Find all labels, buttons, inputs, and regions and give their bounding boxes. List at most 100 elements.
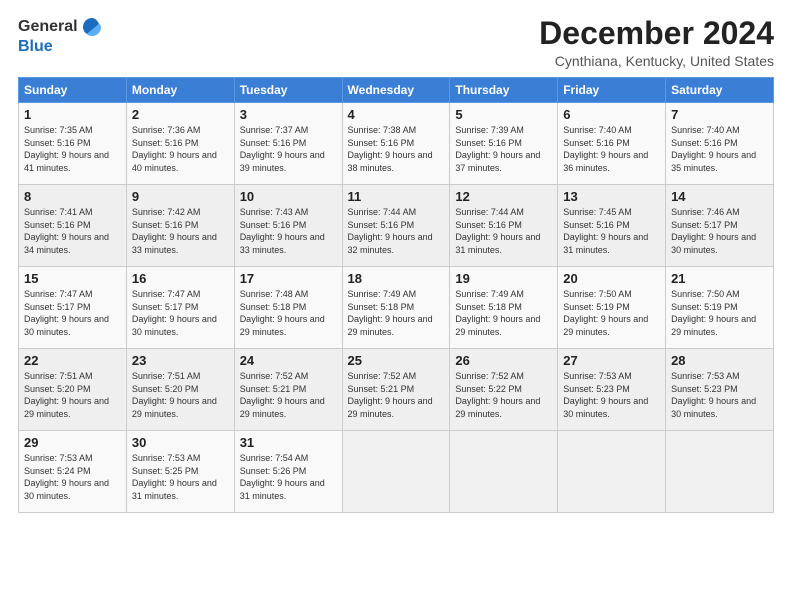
day-cell: 31 Sunrise: 7:54 AMSunset: 5:26 PMDayligh…	[234, 431, 342, 513]
week-row-3: 15Sunrise: 7:47 AMSunset: 5:17 PMDayligh…	[19, 267, 774, 349]
day-cell: 25 Sunrise: 7:52 AMSunset: 5:21 PMDayligh…	[342, 349, 450, 431]
logo-icon	[81, 16, 103, 38]
day-number: 1	[24, 107, 121, 122]
day-number: 21	[671, 271, 768, 286]
day-number: 27	[563, 353, 660, 368]
logo: General Blue	[18, 16, 103, 56]
day-number: 2	[132, 107, 229, 122]
day-info: Sunrise: 7:52 AMSunset: 5:22 PMDaylight:…	[455, 370, 552, 420]
day-number: 29	[24, 435, 121, 450]
day-cell: 11 Sunrise: 7:44 AMSunset: 5:16 PMDayligh…	[342, 185, 450, 267]
day-cell: 13 Sunrise: 7:45 AMSunset: 5:16 PMDayligh…	[558, 185, 666, 267]
location: Cynthiana, Kentucky, United States	[539, 53, 774, 69]
header-cell-tuesday: Tuesday	[234, 78, 342, 103]
day-info: Sunrise: 7:54 AMSunset: 5:26 PMDaylight:…	[240, 452, 337, 502]
day-info: Sunrise: 7:51 AMSunset: 5:20 PMDaylight:…	[132, 370, 229, 420]
day-number: 28	[671, 353, 768, 368]
day-info: Sunrise: 7:46 AMSunset: 5:17 PMDaylight:…	[671, 206, 768, 256]
day-cell: 17 Sunrise: 7:48 AMSunset: 5:18 PMDayligh…	[234, 267, 342, 349]
day-number: 31	[240, 435, 337, 450]
month-title: December 2024	[539, 16, 774, 51]
day-cell: 30 Sunrise: 7:53 AMSunset: 5:25 PMDayligh…	[126, 431, 234, 513]
day-cell: 9Sunrise: 7:42 AMSunset: 5:16 PMDaylight…	[126, 185, 234, 267]
day-cell: 26 Sunrise: 7:52 AMSunset: 5:22 PMDayligh…	[450, 349, 558, 431]
page: General Blue December 2024 Cynthiana, Ke…	[0, 0, 792, 612]
day-cell: 1 Sunrise: 7:35 AMSunset: 5:16 PMDaylight…	[19, 103, 127, 185]
day-cell: 10Sunrise: 7:43 AMSunset: 5:16 PMDayligh…	[234, 185, 342, 267]
calendar: SundayMondayTuesdayWednesdayThursdayFrid…	[18, 77, 774, 513]
logo-blue: Blue	[18, 38, 53, 56]
title-area: December 2024 Cynthiana, Kentucky, Unite…	[539, 16, 774, 69]
day-cell: 14 Sunrise: 7:46 AMSunset: 5:17 PMDayligh…	[666, 185, 774, 267]
day-cell: 24Sunrise: 7:52 AMSunset: 5:21 PMDayligh…	[234, 349, 342, 431]
day-info: Sunrise: 7:40 AMSunset: 5:16 PMDaylight:…	[671, 124, 768, 174]
day-info: Sunrise: 7:37 AMSunset: 5:16 PMDaylight:…	[240, 124, 337, 174]
day-cell: 19Sunrise: 7:49 AMSunset: 5:18 PMDayligh…	[450, 267, 558, 349]
day-cell: 28 Sunrise: 7:53 AMSunset: 5:23 PMDayligh…	[666, 349, 774, 431]
day-info: Sunrise: 7:38 AMSunset: 5:16 PMDaylight:…	[348, 124, 445, 174]
day-number: 12	[455, 189, 552, 204]
header-cell-friday: Friday	[558, 78, 666, 103]
day-number: 3	[240, 107, 337, 122]
day-cell: 20 Sunrise: 7:50 AMSunset: 5:19 PMDayligh…	[558, 267, 666, 349]
day-info: Sunrise: 7:53 AMSunset: 5:23 PMDaylight:…	[563, 370, 660, 420]
day-cell: 27 Sunrise: 7:53 AMSunset: 5:23 PMDayligh…	[558, 349, 666, 431]
day-number: 17	[240, 271, 337, 286]
day-info: Sunrise: 7:45 AMSunset: 5:16 PMDaylight:…	[563, 206, 660, 256]
header-row: SundayMondayTuesdayWednesdayThursdayFrid…	[19, 78, 774, 103]
day-cell: 3 Sunrise: 7:37 AMSunset: 5:16 PMDaylight…	[234, 103, 342, 185]
day-info: Sunrise: 7:48 AMSunset: 5:18 PMDaylight:…	[240, 288, 337, 338]
day-info: Sunrise: 7:36 AMSunset: 5:16 PMDaylight:…	[132, 124, 229, 174]
day-number: 16	[132, 271, 229, 286]
day-number: 20	[563, 271, 660, 286]
day-cell	[666, 431, 774, 513]
day-number: 25	[348, 353, 445, 368]
day-number: 13	[563, 189, 660, 204]
day-number: 19	[455, 271, 552, 286]
day-cell	[450, 431, 558, 513]
day-info: Sunrise: 7:44 AMSunset: 5:16 PMDaylight:…	[455, 206, 552, 256]
day-info: Sunrise: 7:49 AMSunset: 5:18 PMDaylight:…	[348, 288, 445, 338]
logo-general: General	[18, 18, 78, 36]
day-cell	[558, 431, 666, 513]
day-info: Sunrise: 7:35 AMSunset: 5:16 PMDaylight:…	[24, 124, 121, 174]
day-info: Sunrise: 7:50 AMSunset: 5:19 PMDaylight:…	[563, 288, 660, 338]
day-info: Sunrise: 7:53 AMSunset: 5:23 PMDaylight:…	[671, 370, 768, 420]
day-number: 26	[455, 353, 552, 368]
day-cell: 18 Sunrise: 7:49 AMSunset: 5:18 PMDayligh…	[342, 267, 450, 349]
calendar-body: 1 Sunrise: 7:35 AMSunset: 5:16 PMDaylight…	[19, 103, 774, 513]
day-number: 4	[348, 107, 445, 122]
calendar-header: SundayMondayTuesdayWednesdayThursdayFrid…	[19, 78, 774, 103]
day-cell: 21 Sunrise: 7:50 AMSunset: 5:19 PMDayligh…	[666, 267, 774, 349]
header-cell-wednesday: Wednesday	[342, 78, 450, 103]
day-info: Sunrise: 7:41 AMSunset: 5:16 PMDaylight:…	[24, 206, 121, 256]
day-number: 8	[24, 189, 121, 204]
day-cell: 6 Sunrise: 7:40 AMSunset: 5:16 PMDaylight…	[558, 103, 666, 185]
day-info: Sunrise: 7:53 AMSunset: 5:25 PMDaylight:…	[132, 452, 229, 502]
week-row-2: 8 Sunrise: 7:41 AMSunset: 5:16 PMDaylight…	[19, 185, 774, 267]
day-info: Sunrise: 7:52 AMSunset: 5:21 PMDaylight:…	[348, 370, 445, 420]
day-cell: 23Sunrise: 7:51 AMSunset: 5:20 PMDayligh…	[126, 349, 234, 431]
day-number: 18	[348, 271, 445, 286]
day-info: Sunrise: 7:40 AMSunset: 5:16 PMDaylight:…	[563, 124, 660, 174]
day-info: Sunrise: 7:50 AMSunset: 5:19 PMDaylight:…	[671, 288, 768, 338]
day-number: 9	[132, 189, 229, 204]
day-number: 15	[24, 271, 121, 286]
week-row-4: 22Sunrise: 7:51 AMSunset: 5:20 PMDayligh…	[19, 349, 774, 431]
day-cell: 4 Sunrise: 7:38 AMSunset: 5:16 PMDaylight…	[342, 103, 450, 185]
header: General Blue December 2024 Cynthiana, Ke…	[18, 16, 774, 69]
week-row-5: 29Sunrise: 7:53 AMSunset: 5:24 PMDayligh…	[19, 431, 774, 513]
day-info: Sunrise: 7:51 AMSunset: 5:20 PMDaylight:…	[24, 370, 121, 420]
day-number: 14	[671, 189, 768, 204]
day-number: 24	[240, 353, 337, 368]
day-cell	[342, 431, 450, 513]
day-number: 30	[132, 435, 229, 450]
day-number: 11	[348, 189, 445, 204]
day-info: Sunrise: 7:44 AMSunset: 5:16 PMDaylight:…	[348, 206, 445, 256]
day-number: 6	[563, 107, 660, 122]
day-number: 10	[240, 189, 337, 204]
header-cell-monday: Monday	[126, 78, 234, 103]
week-row-1: 1 Sunrise: 7:35 AMSunset: 5:16 PMDaylight…	[19, 103, 774, 185]
day-number: 7	[671, 107, 768, 122]
header-cell-thursday: Thursday	[450, 78, 558, 103]
